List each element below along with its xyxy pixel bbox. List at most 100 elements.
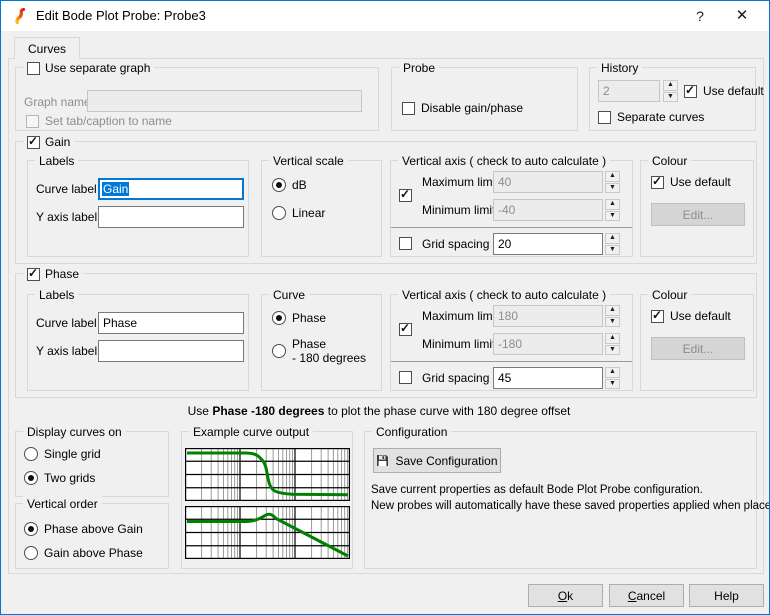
phase-max-spin-down-button[interactable]: ▼ (605, 317, 620, 328)
phase-colour-use-default-label[interactable]: Use default (670, 309, 731, 323)
help-button[interactable]: Help (689, 584, 764, 607)
save-configuration-button[interactable]: Save Configuration (373, 448, 501, 473)
gain-linear-radio[interactable] (272, 206, 286, 220)
gain-max-limit-input[interactable] (493, 171, 603, 193)
separate-curves-label[interactable]: Separate curves (617, 110, 704, 124)
group-example-curve-output: Example curve output (181, 431, 353, 569)
check-icon: ✓ (685, 84, 695, 97)
gain-min-spin-up-button[interactable]: ▲ (605, 199, 620, 210)
gain-db-label[interactable]: dB (292, 178, 307, 192)
gain-db-radio[interactable] (272, 178, 286, 192)
phase-min-spin-up-button[interactable]: ▲ (605, 333, 620, 344)
history-count-input[interactable] (598, 80, 660, 102)
display-curves-title: Display curves on (23, 424, 126, 440)
gain-min-limit-label: Minimum limit (422, 203, 495, 217)
gain-above-phase-label[interactable]: Gain above Phase (44, 546, 143, 560)
group-gain-vertical-axis: Vertical axis ( check to auto calculate … (390, 160, 633, 257)
help-titlebar-button[interactable]: ? (683, 1, 717, 31)
set-tab-caption-checkbox[interactable] (26, 115, 39, 128)
single-grid-label[interactable]: Single grid (44, 447, 101, 461)
check-icon: ✓ (400, 322, 410, 335)
gain-max-limit-label: Maximum limit (422, 175, 499, 189)
phase-grid-spacing-input[interactable] (493, 367, 603, 389)
disable-gain-phase-checkbox[interactable] (402, 102, 415, 115)
phase-colour-use-default-checkbox[interactable]: ✓ (651, 310, 664, 323)
group-probe: Probe Disable gain/phase (391, 67, 578, 131)
gain-colour-edit-button[interactable]: Edit... (651, 203, 745, 226)
disable-gain-phase-label[interactable]: Disable gain/phase (421, 101, 523, 115)
use-separate-graph-title: Use separate graph (23, 60, 154, 76)
use-separate-graph-checkbox[interactable] (27, 62, 40, 75)
phase-grid-spacing-label: Grid spacing (422, 371, 489, 385)
history-use-default-checkbox[interactable]: ✓ (684, 85, 697, 98)
gain-colour-use-default-label[interactable]: Use default (670, 175, 731, 189)
graph-name-input[interactable] (87, 90, 362, 112)
gain-min-limit-input[interactable] (493, 199, 603, 221)
configuration-desc-line2: New probes will automatically have these… (371, 500, 770, 512)
phase-yaxis-input[interactable] (98, 340, 244, 362)
cancel-button[interactable]: Cancel (609, 584, 684, 607)
set-tab-caption-label[interactable]: Set tab/caption to name (45, 114, 172, 128)
phase-colour-edit-button[interactable]: Edit... (651, 337, 745, 360)
history-spin-down-button[interactable]: ▼ (663, 92, 678, 103)
gain-max-spin-up-button[interactable]: ▲ (605, 171, 620, 182)
phase-yaxis-label: Y axis label (36, 344, 97, 358)
gain-colour-use-default-checkbox[interactable]: ✓ (651, 176, 664, 189)
phase-minus-180-label[interactable]: Phase - 180 degrees (292, 337, 366, 365)
ok-button[interactable]: Ok (528, 584, 603, 607)
history-title-label: History (601, 60, 638, 76)
gain-yaxis-input[interactable] (98, 206, 244, 228)
gain-grid-spacing-label: Grid spacing (422, 237, 489, 251)
phase-colour-title: Colour (648, 287, 691, 303)
history-spin-up-button[interactable]: ▲ (663, 80, 678, 91)
gain-above-phase-radio[interactable] (24, 546, 38, 560)
window-title: Edit Bode Plot Probe: Probe3 (36, 1, 206, 31)
group-gain-vertical-scale: Vertical scale dB Linear (261, 160, 382, 257)
phase-checkbox[interactable]: ✓ (27, 268, 40, 281)
phase-minus-180-radio[interactable] (272, 344, 286, 358)
phase-max-limit-input[interactable] (493, 305, 603, 327)
configuration-desc-line1: Save current properties as default Bode … (371, 484, 703, 496)
gain-label[interactable]: Gain (45, 134, 70, 150)
gain-linear-label[interactable]: Linear (292, 206, 325, 220)
gain-auto-calculate-checkbox[interactable]: ✓ (399, 189, 412, 202)
history-use-default-label[interactable]: Use default (703, 84, 764, 98)
phase-radio[interactable] (272, 311, 286, 325)
check-icon: ✓ (28, 135, 38, 148)
phase-above-gain-radio[interactable] (24, 522, 38, 536)
phase-offset-note: Use Phase -180 degrees to plot the phase… (8, 404, 750, 418)
phase-grid-spacing-checkbox[interactable] (399, 371, 412, 384)
gain-min-spin-down-button[interactable]: ▼ (605, 211, 620, 222)
phase-option-label[interactable]: Phase (292, 311, 326, 325)
group-configuration: Configuration Save Configuration Save cu… (364, 431, 757, 569)
dialog-window: Edit Bode Plot Probe: Probe3 ? ✕ Curves … (0, 0, 770, 615)
close-icon[interactable]: ✕ (725, 1, 759, 31)
single-grid-radio[interactable] (24, 447, 38, 461)
tab-curves[interactable]: Curves (14, 37, 80, 59)
phase-curve-title: Curve (269, 287, 309, 303)
two-grids-radio[interactable] (24, 471, 38, 485)
phase-curve-label-input[interactable] (98, 312, 244, 334)
gain-max-spin-down-button[interactable]: ▼ (605, 183, 620, 194)
gain-grid-spacing-input[interactable] (493, 233, 603, 255)
phase-min-limit-input[interactable] (493, 333, 603, 355)
gain-group-title: ✓ Gain (23, 134, 74, 150)
phase-grid-spin-down-button[interactable]: ▼ (605, 379, 620, 390)
gain-grid-spin-up-button[interactable]: ▲ (605, 233, 620, 244)
separate-curves-checkbox[interactable] (598, 111, 611, 124)
phase-grid-spin-up-button[interactable]: ▲ (605, 367, 620, 378)
phase-min-spin-down-button[interactable]: ▼ (605, 345, 620, 356)
use-separate-graph-label[interactable]: Use separate graph (45, 60, 150, 76)
phase-max-spin-up-button[interactable]: ▲ (605, 305, 620, 316)
gain-checkbox[interactable]: ✓ (27, 136, 40, 149)
gain-grid-spacing-checkbox[interactable] (399, 237, 412, 250)
gain-grid-spin-down-button[interactable]: ▼ (605, 245, 620, 256)
phase-curve-label: Curve label (36, 316, 97, 330)
phase-above-gain-label[interactable]: Phase above Gain (44, 522, 143, 536)
phase-auto-calculate-checkbox[interactable]: ✓ (399, 323, 412, 336)
two-grids-label[interactable]: Two grids (44, 471, 95, 485)
gain-curve-label-input[interactable]: Gain (98, 178, 244, 200)
phase-max-limit-label: Maximum limit (422, 309, 499, 323)
phase-label[interactable]: Phase (45, 266, 79, 282)
check-icon: ✓ (652, 175, 662, 188)
